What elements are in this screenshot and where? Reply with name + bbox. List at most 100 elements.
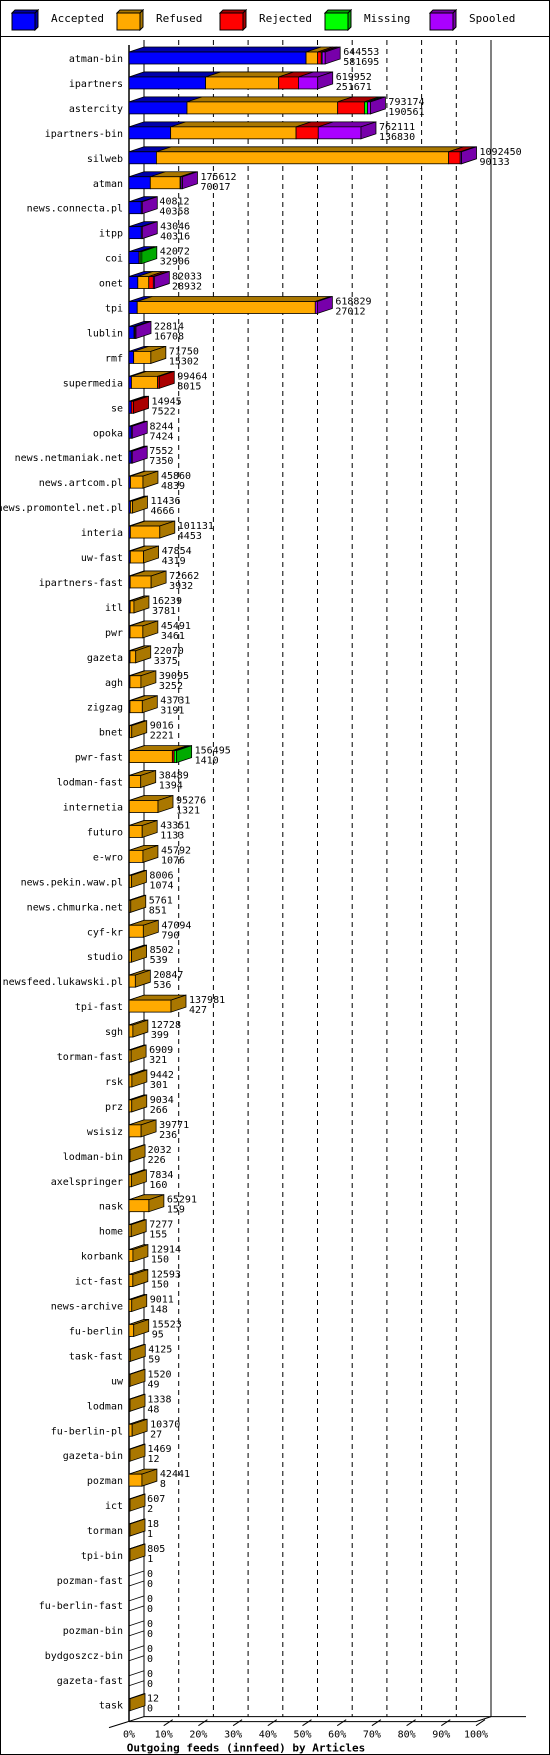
bar-segment-refused (129, 625, 144, 639)
value-label-accepted: 851 (149, 905, 167, 916)
x-tick-mark (406, 1719, 416, 1727)
x-tick-mark (302, 1719, 312, 1727)
legend: Accepted Refused Rejected Missing Spooled (1, 1, 549, 37)
legend-label: Accepted (51, 12, 104, 25)
feed-label: ict-fast (75, 1277, 123, 1288)
value-label-accepted: 2221 (150, 731, 174, 742)
bar-segment-rejected (295, 126, 319, 140)
bar-segment-accepted (128, 126, 172, 140)
feed-label: tpi-bin (81, 1551, 123, 1562)
legend-label: Missing (364, 12, 411, 25)
x-tick-label: 100% (464, 1730, 488, 1741)
bar-segment-rejected (148, 276, 154, 289)
feed-label: uw-fast (81, 553, 123, 564)
feed-label: axelspringer (51, 1177, 123, 1188)
value-label-accepted: 1076 (161, 855, 185, 866)
value-label-accepted: 12 (147, 1454, 159, 1465)
bar-top-refused (170, 121, 312, 128)
bar-chart: 0% 10% 20% 30% 40% 50% 60% 70% 80% 90% 100% Outgoin… (1, 40, 526, 1754)
value-label-accepted: 0 (147, 1679, 153, 1690)
bar-segment-refused (136, 301, 316, 314)
bar-segment-refused (129, 600, 135, 614)
chart-frame: Accepted Refused Rejected Missing Spooled 0%… (0, 0, 550, 1755)
bar-segment-refused (128, 1274, 134, 1287)
bar-segment-refused (128, 1124, 142, 1138)
feed-label: opoka (93, 428, 123, 439)
bar-top-refused (186, 96, 353, 103)
value-label-accepted: 59 (148, 1354, 160, 1365)
value-label-accepted: 4319 (162, 556, 186, 567)
bar-segment-spooled (321, 51, 326, 65)
feed-label: ipartners (69, 79, 123, 90)
bar-segment-refused (128, 924, 144, 938)
bar-segment-refused (130, 475, 144, 489)
bar-empty-marker (128, 1605, 145, 1612)
bar-empty-marker (128, 1570, 145, 1577)
value-label-accepted: 1410 (195, 756, 219, 767)
bar-segment-refused (128, 1249, 134, 1262)
bar-segment-accepted (128, 226, 142, 240)
value-label-accepted: 49 (147, 1379, 159, 1390)
bar-segment-refused (128, 1324, 135, 1337)
value-label-accepted: 136830 (379, 132, 415, 143)
feed-label: newsfeed.lukawski.pl (3, 977, 123, 988)
feed-label: prz (105, 1102, 123, 1113)
value-label-accepted: 95 (152, 1329, 164, 1340)
feed-label: atman-bin (69, 54, 123, 65)
bar-segment-refused (128, 1299, 133, 1312)
value-label-accepted: 1074 (149, 880, 173, 891)
feed-label: news.connecta.pl (27, 204, 123, 215)
bar-segment-refused (170, 126, 297, 140)
bar-segment-rejected (278, 76, 299, 90)
value-label-accepted: 4453 (178, 531, 202, 542)
legend-label: Spooled (469, 12, 516, 25)
bar-side-refused (131, 1418, 148, 1437)
bar-segment-spooled (298, 76, 319, 90)
value-label-accepted: 7522 (152, 406, 176, 417)
value-label-accepted: 1133 (160, 830, 184, 841)
bar-segment-refused (128, 974, 136, 988)
feed-label: gazeta (87, 653, 123, 664)
bar-empty-marker (128, 1630, 145, 1637)
bar-segment-refused (305, 51, 319, 65)
value-label-accepted: 70017 (200, 182, 230, 193)
bar-segment-rejected (317, 51, 322, 65)
bar-top-accepted (128, 46, 322, 53)
value-label-accepted: 8 (160, 1479, 166, 1490)
feed-label: coi (105, 254, 123, 265)
bar-segment-refused (149, 176, 181, 190)
value-label-accepted: 27 (150, 1429, 162, 1440)
value-label-accepted: 536 (153, 980, 171, 991)
value-label-accepted: 150 (151, 1255, 169, 1266)
value-label-accepted: 40316 (160, 232, 190, 243)
feed-label: gazeta-fast (57, 1676, 123, 1687)
bar-segment-refused (129, 525, 161, 539)
feed-label: news.promontel.net.pl (1, 503, 123, 514)
feed-label: rsk (105, 1077, 123, 1088)
value-label-accepted: 3932 (169, 581, 193, 592)
legend-swatch-icon (324, 9, 352, 31)
feed-label: home (99, 1227, 123, 1238)
bar-side-spooled (131, 445, 148, 464)
bar-side-spooled (131, 420, 148, 439)
x-tick-label: 90% (432, 1730, 450, 1741)
value-label-accepted: 399 (151, 1030, 169, 1041)
bar-side-refused (131, 1069, 148, 1088)
feed-label: fu-berlin-fast (39, 1601, 123, 1612)
bar-segment-accepted (128, 276, 139, 289)
value-label-accepted: 90133 (480, 157, 510, 168)
value-label-accepted: 32906 (160, 257, 190, 268)
x-tick-label: 10% (155, 1730, 173, 1741)
bar-segment-refused (129, 675, 142, 689)
value-label-accepted: 251671 (336, 82, 372, 93)
value-label-accepted: 0 (147, 1579, 153, 1590)
feed-label: pozman-fast (57, 1576, 123, 1587)
value-label-accepted: 0 (147, 1704, 153, 1715)
feed-label: bydgoszcz-bin (45, 1651, 123, 1662)
bar-segment-missing (364, 101, 368, 115)
value-label-accepted: 190561 (388, 107, 424, 118)
bar-side-refused (129, 1543, 146, 1562)
feed-label: news.artcom.pl (39, 478, 123, 489)
bar-segment-refused (129, 550, 144, 564)
bar-side-refused (129, 1144, 146, 1163)
